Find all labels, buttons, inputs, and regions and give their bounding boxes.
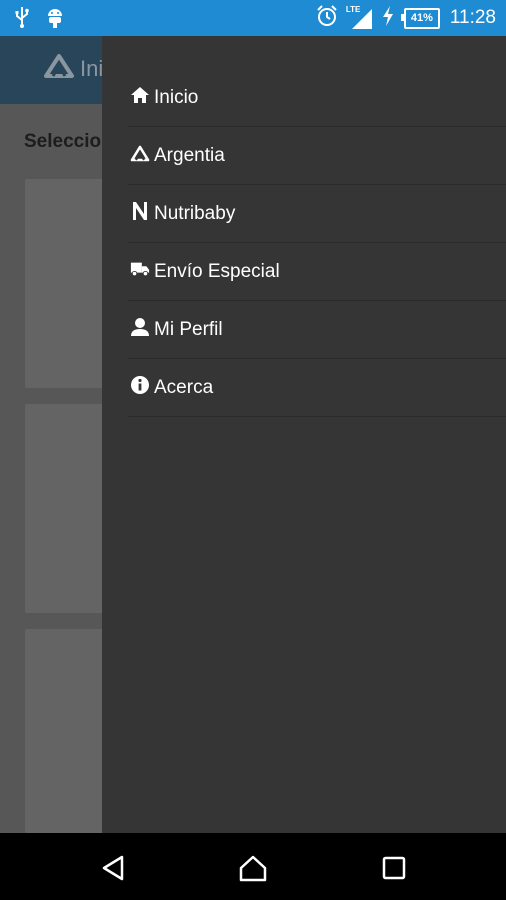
navigation-drawer: Inicio Argentia Nutribaby Envío Especial (102, 36, 506, 833)
android-debug-icon (46, 6, 64, 33)
system-nav-bar (0, 833, 506, 900)
notification-icons (14, 6, 64, 33)
menu-item-label: Nutribaby (154, 202, 236, 224)
app-header-title: Ini (80, 56, 104, 81)
home-icon (130, 85, 150, 105)
menu-item-mi-perfil[interactable]: Mi Perfil (128, 301, 506, 359)
menu-item-label: Inicio (154, 86, 199, 108)
menu-item-argentia[interactable]: Argentia (128, 127, 506, 185)
menu-item-label: Argentia (154, 144, 225, 166)
menu-item-inicio[interactable]: Inicio (128, 69, 506, 127)
system-icons: LTE 41% 11:28 (316, 0, 496, 36)
charging-icon (382, 5, 394, 32)
argentia-logo-icon (130, 143, 150, 163)
argentia-logo-icon (42, 52, 76, 85)
battery-level: 41% (410, 12, 433, 24)
section-title: Seleccio (24, 131, 102, 152)
info-icon (130, 375, 150, 395)
menu-item-label: Acerca (154, 376, 214, 398)
nutribaby-n-icon (130, 201, 150, 221)
user-icon (130, 317, 150, 337)
delivery-truck-icon (130, 259, 150, 279)
menu-item-nutribaby[interactable]: Nutribaby (128, 185, 506, 243)
back-icon[interactable] (98, 853, 128, 883)
recents-icon[interactable] (379, 853, 409, 883)
menu-item-label: Envío Especial (154, 260, 280, 282)
menu-item-label: Mi Perfil (154, 318, 223, 340)
battery-icon: 41% (400, 7, 440, 29)
menu-item-envio-especial[interactable]: Envío Especial (128, 243, 506, 301)
menu-item-acerca[interactable]: Acerca (128, 359, 506, 417)
usb-icon (14, 6, 30, 33)
signal-icon: LTE (346, 5, 372, 29)
drawer-menu: Inicio Argentia Nutribaby Envío Especial (128, 69, 506, 417)
home-icon[interactable] (238, 853, 268, 883)
alarm-icon (316, 4, 338, 32)
clock: 11:28 (449, 7, 496, 28)
status-bar: LTE 41% 11:28 (0, 0, 506, 36)
